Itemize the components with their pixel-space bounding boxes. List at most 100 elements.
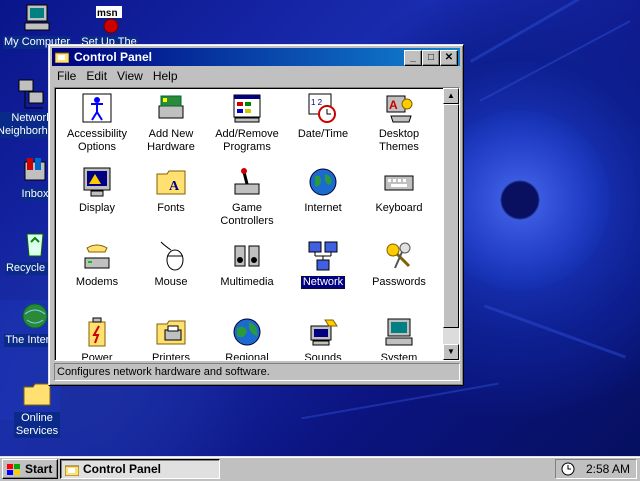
arrow-down-icon: ▼ xyxy=(447,347,455,356)
globe-icon xyxy=(307,166,339,198)
item-add-new-hardware[interactable]: Add New Hardware xyxy=(133,92,209,154)
item-system[interactable]: System xyxy=(361,316,437,360)
msn-icon: msn xyxy=(93,2,125,34)
item-label: Fonts xyxy=(157,202,185,214)
inbox-icon xyxy=(19,154,51,186)
menu-view[interactable]: View xyxy=(112,67,148,83)
mouse-icon xyxy=(155,240,187,272)
control-panel-items-pane: Accessibility Options Add New Hardware A… xyxy=(54,87,460,361)
clock[interactable]: 2:58 AM xyxy=(586,462,630,476)
item-label: Power xyxy=(81,352,113,361)
network-icon xyxy=(307,240,339,272)
window-title: Control Panel xyxy=(74,50,153,64)
item-add-remove-programs[interactable]: Add/Remove Programs xyxy=(209,92,285,154)
svg-text:A: A xyxy=(169,179,180,194)
scroll-thumb[interactable] xyxy=(443,104,459,328)
speaker-computer-icon xyxy=(307,316,339,348)
item-label: Add/Remove Programs xyxy=(215,128,279,153)
desktop-icon-my-computer[interactable]: My Computer xyxy=(2,2,72,49)
control-panel-window: Control Panel _ □ ✕ File Edit View Help Acc… xyxy=(48,44,464,386)
control-panel-icon xyxy=(54,50,70,64)
recycle-bin-icon xyxy=(19,228,51,260)
desktop-icon-label: Online Services xyxy=(14,412,60,438)
item-label: Multimedia xyxy=(220,276,274,288)
minimize-button[interactable]: _ xyxy=(404,50,422,66)
close-button[interactable]: ✕ xyxy=(440,50,458,66)
taskbar-button-control-panel[interactable]: Control Panel xyxy=(60,459,220,479)
item-printers[interactable]: Printers xyxy=(133,316,209,361)
maximize-icon: □ xyxy=(427,52,435,63)
item-accessibility-options[interactable]: Accessibility Options xyxy=(59,92,135,154)
scroll-down-button[interactable]: ▼ xyxy=(443,344,459,360)
modem-phone-icon xyxy=(81,240,113,272)
schedule-icon[interactable] xyxy=(560,461,576,477)
keys-icon xyxy=(383,240,415,272)
add-hardware-icon xyxy=(155,92,187,124)
wallpaper-line xyxy=(484,304,626,359)
arrow-up-icon: ▲ xyxy=(447,91,455,100)
item-label: Passwords xyxy=(372,276,426,288)
item-label: Game Controllers xyxy=(220,202,274,227)
svg-text:A: A xyxy=(389,98,398,112)
close-icon: ✕ xyxy=(444,52,454,63)
item-label: Desktop Themes xyxy=(378,128,420,153)
item-network[interactable]: Network xyxy=(285,240,361,290)
calendar-clock-icon: 1 2 xyxy=(307,92,339,124)
my-computer-icon xyxy=(21,2,53,34)
item-keyboard[interactable]: Keyboard xyxy=(361,166,437,215)
wallpaper-line xyxy=(469,0,611,63)
svg-text:msn: msn xyxy=(97,8,118,19)
add-remove-programs-icon xyxy=(231,92,263,124)
vertical-scrollbar[interactable]: ▲ ▼ xyxy=(443,88,459,360)
accessibility-icon xyxy=(81,92,113,124)
item-mouse[interactable]: Mouse xyxy=(133,240,209,289)
item-label: Add New Hardware xyxy=(147,128,195,153)
network-neighborhood-icon xyxy=(15,78,47,110)
menu-help[interactable]: Help xyxy=(148,67,183,83)
item-label: Printers xyxy=(152,352,190,361)
item-date-time[interactable]: 1 2 Date/Time xyxy=(285,92,361,141)
item-label: Date/Time xyxy=(297,128,349,140)
desktop-icon-online-services[interactable]: Online Services xyxy=(2,378,72,438)
taskbar-button-label: Control Panel xyxy=(83,462,162,476)
maximize-button[interactable]: □ xyxy=(422,50,440,66)
item-label: Keyboard xyxy=(375,202,423,214)
globe-icon xyxy=(231,316,263,348)
item-game-controllers[interactable]: Game Controllers xyxy=(209,166,285,228)
item-label: Accessibility Options xyxy=(67,128,127,153)
desktop-icon-label: Inbox xyxy=(20,188,50,201)
window-titlebar[interactable]: Control Panel _ □ ✕ xyxy=(52,48,460,66)
desktop-icon-msn[interactable]: msn Set Up The xyxy=(74,2,144,49)
item-power[interactable]: Power xyxy=(59,316,135,361)
item-passwords[interactable]: Passwords xyxy=(361,240,437,289)
system-tray: 2:58 AM xyxy=(555,459,637,479)
item-label: Modems xyxy=(75,276,119,288)
battery-icon xyxy=(81,316,113,348)
start-button[interactable]: Start xyxy=(2,459,58,479)
menu-file[interactable]: File xyxy=(52,67,81,83)
menu-edit[interactable]: Edit xyxy=(81,67,112,83)
control-panel-icon xyxy=(64,463,80,477)
item-modems[interactable]: Modems xyxy=(59,240,135,289)
internet-icon xyxy=(19,300,51,332)
item-internet[interactable]: Internet xyxy=(285,166,361,215)
wallpaper-line xyxy=(301,382,499,420)
item-desktop-themes[interactable]: A Desktop Themes xyxy=(361,92,437,154)
item-sounds[interactable]: Sounds xyxy=(285,316,361,361)
wallpaper-line xyxy=(479,20,631,102)
item-label: Mouse xyxy=(154,276,188,288)
item-label: Display xyxy=(78,202,116,214)
item-multimedia[interactable]: Multimedia xyxy=(209,240,285,289)
svg-text:1 2: 1 2 xyxy=(311,98,323,107)
item-label: Sounds xyxy=(304,352,342,361)
joystick-icon xyxy=(231,166,263,198)
item-regional[interactable]: Regional xyxy=(209,316,285,360)
item-label: Network xyxy=(299,275,347,290)
taskbar: Start Control Panel 2:58 AM xyxy=(0,456,640,481)
item-label: Internet xyxy=(304,202,342,214)
item-fonts[interactable]: A Fonts xyxy=(133,166,209,215)
item-display[interactable]: Display xyxy=(59,166,135,215)
fonts-folder-icon: A xyxy=(155,166,187,198)
scroll-up-button[interactable]: ▲ xyxy=(443,88,459,104)
desktop-themes-icon: A xyxy=(383,92,415,124)
